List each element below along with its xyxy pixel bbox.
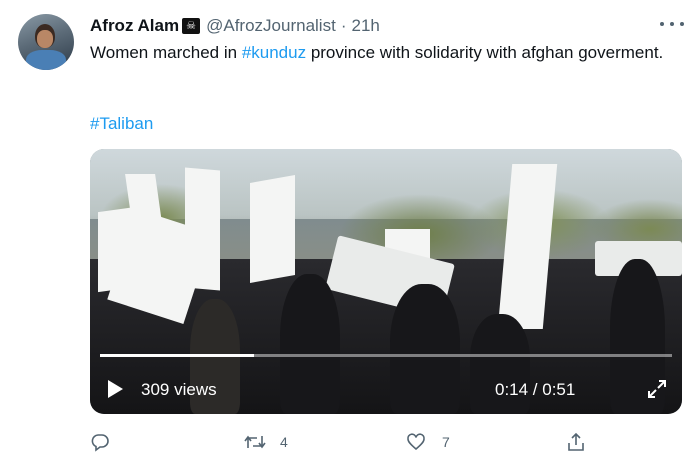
crowd-figure: [390, 284, 460, 414]
more-icon[interactable]: [660, 14, 684, 34]
avatar-shirt: [26, 50, 66, 70]
play-icon[interactable]: [108, 380, 123, 398]
tweet-time[interactable]: 21h: [351, 16, 379, 36]
retweet-count: 4: [280, 434, 288, 450]
tweet-text-end: province with solidarity with afghan gov…: [306, 43, 664, 62]
like-button[interactable]: 7: [406, 430, 450, 454]
reply-button[interactable]: [90, 430, 122, 454]
share-icon: [568, 432, 584, 451]
hashtag-taliban[interactable]: #Taliban: [90, 111, 153, 136]
video-progress-fill: [100, 354, 255, 357]
tweet-text-start: Women marched in: [90, 43, 242, 62]
pirate-flag-emoji: ☠: [182, 18, 201, 34]
video-time: 0:14 / 0:51: [495, 380, 576, 399]
white-flag: [250, 175, 295, 283]
share-button[interactable]: [566, 430, 586, 454]
expand-icon[interactable]: [646, 378, 668, 400]
retweet-button[interactable]: 4: [244, 430, 288, 454]
tweet-text: Women marched in #kunduz province with s…: [90, 40, 680, 65]
like-count: 7: [442, 434, 450, 450]
user-handle[interactable]: @AfrozJournalist: [206, 16, 336, 36]
video-progress-bar[interactable]: [100, 354, 672, 357]
display-name[interactable]: Afroz Alam: [90, 16, 179, 36]
video-player[interactable]: 309 views 0:14 / 0:51: [90, 149, 682, 414]
like-icon: [407, 433, 425, 451]
tweet-header: Afroz Alam ☠ @AfrozJournalist · 21h: [90, 15, 380, 37]
avatar[interactable]: [18, 14, 74, 70]
hashtag-kunduz[interactable]: #kunduz: [242, 43, 306, 62]
separator-dot: ·: [340, 16, 347, 35]
crowd-figure: [280, 274, 340, 414]
avatar-face: [37, 30, 53, 48]
video-views: 309 views: [141, 380, 217, 399]
retweet-icon: [244, 435, 266, 449]
reply-icon: [91, 434, 109, 452]
